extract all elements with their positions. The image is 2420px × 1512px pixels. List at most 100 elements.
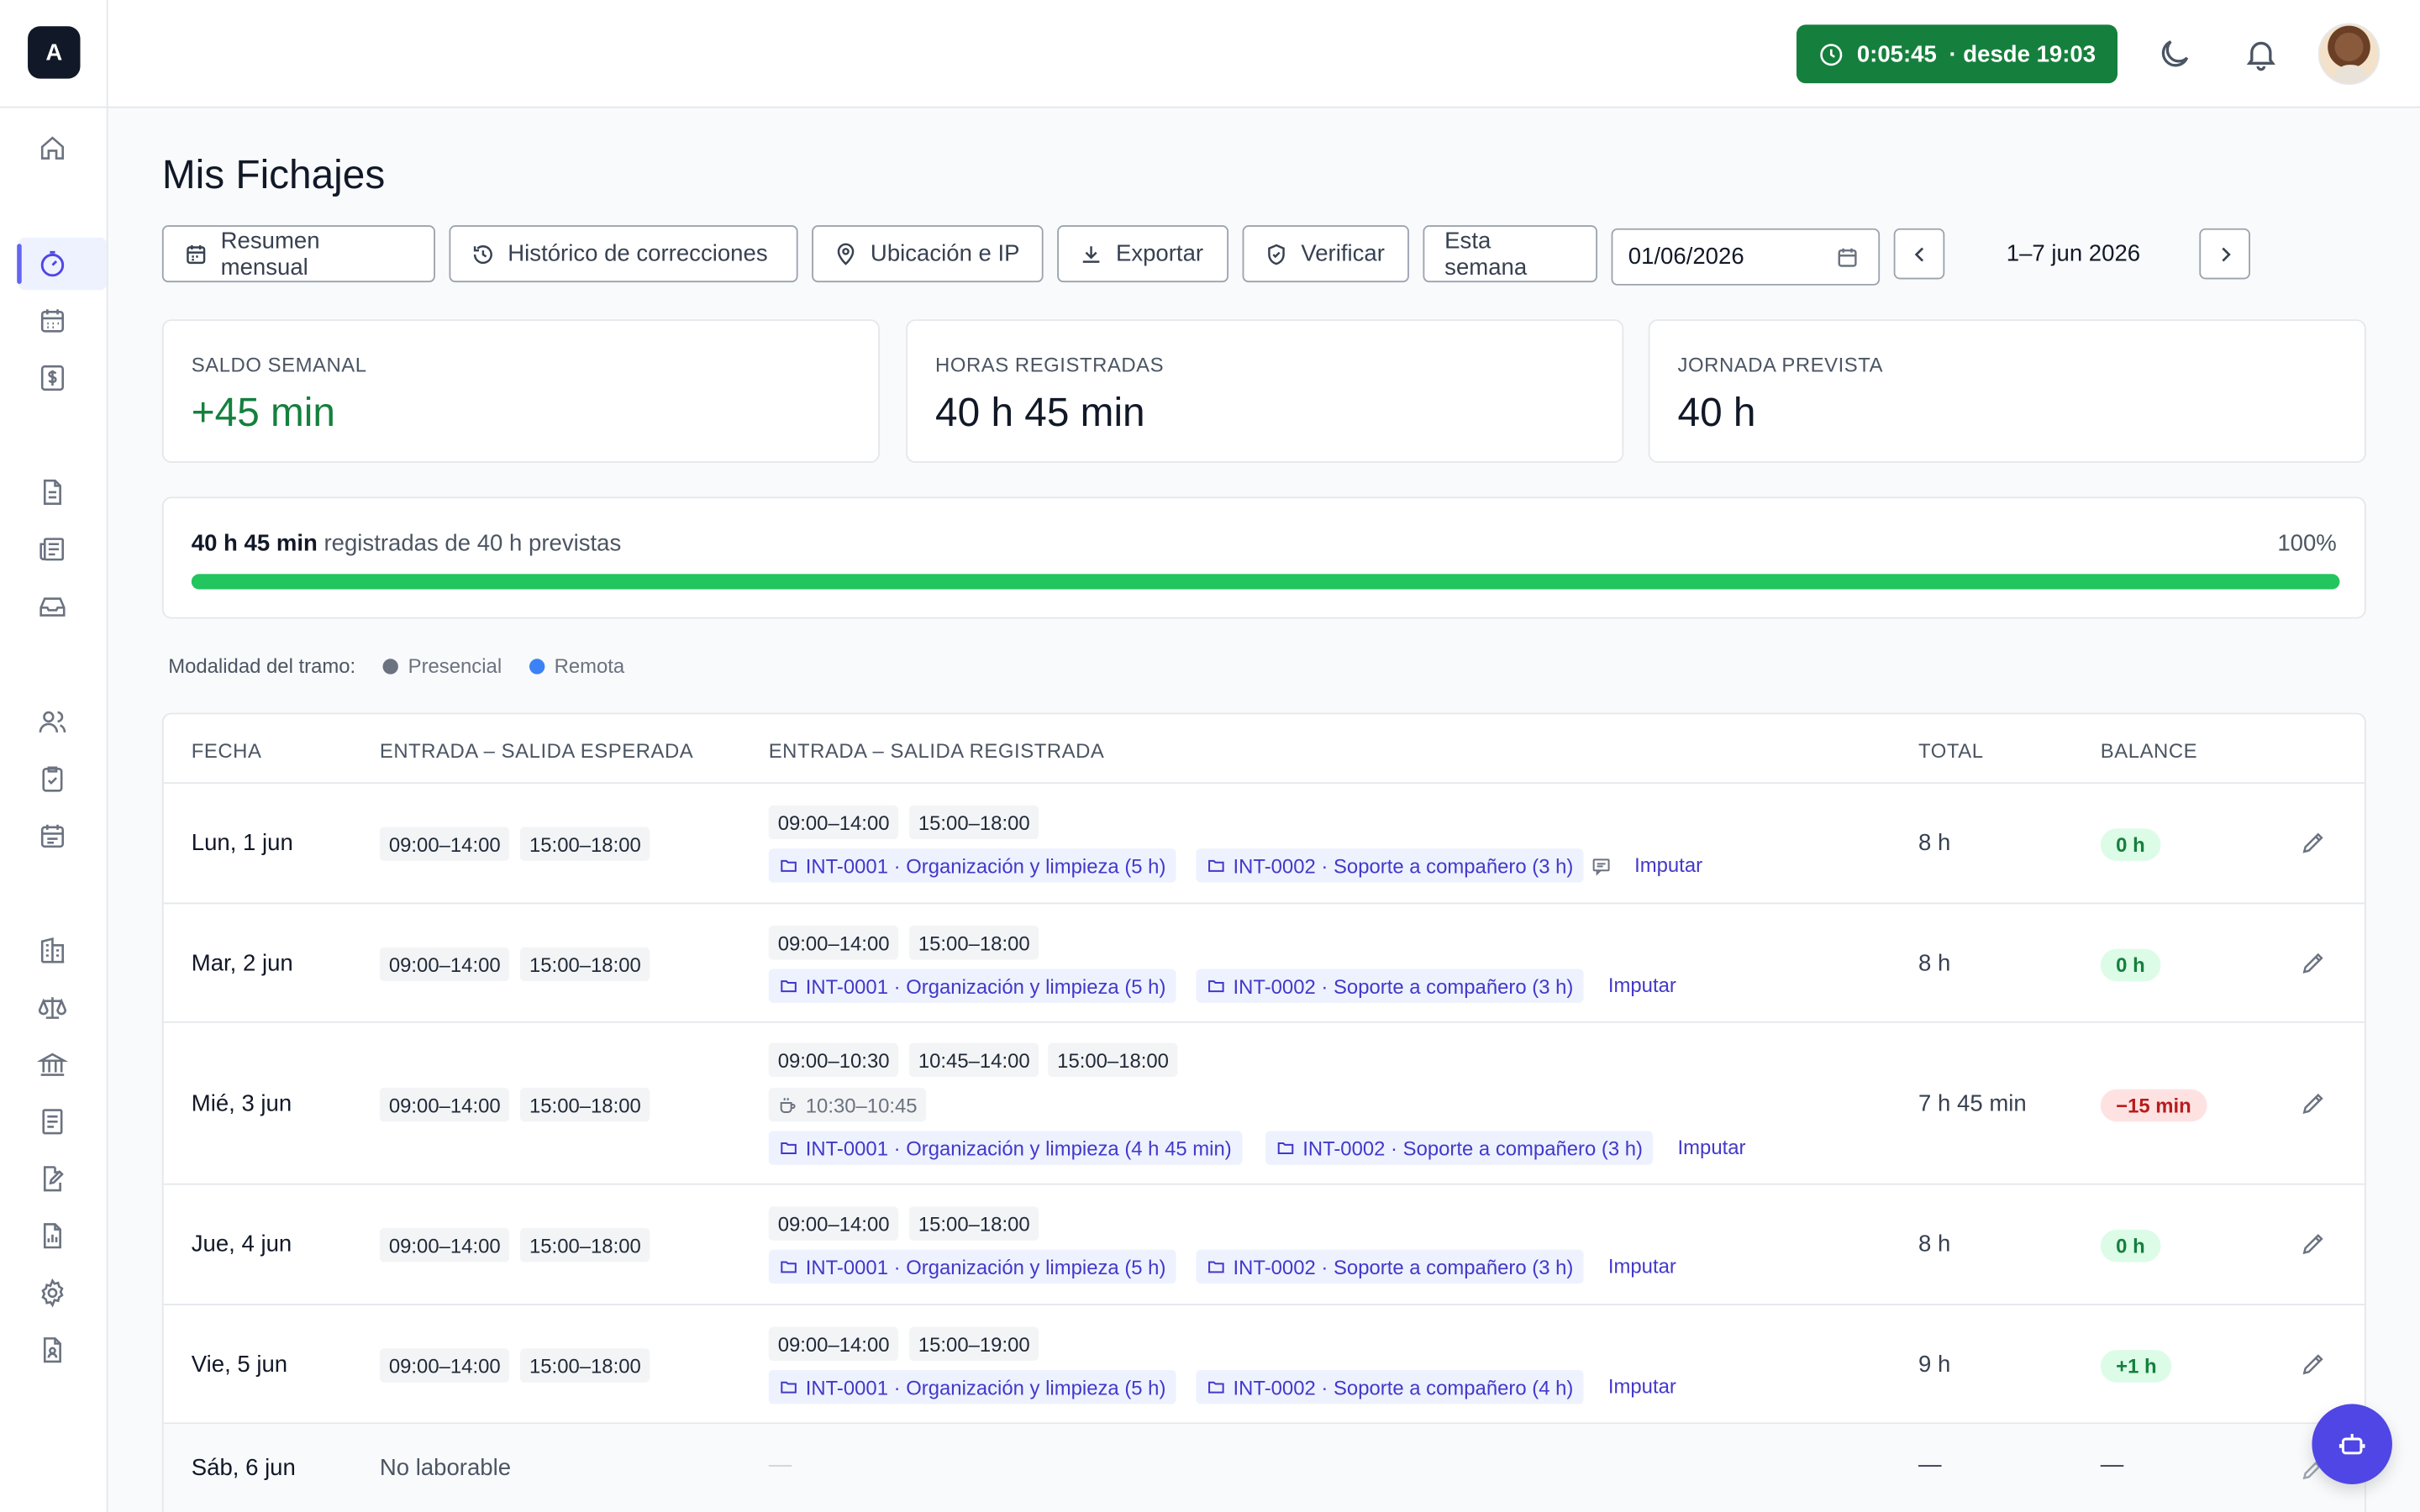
progress-text: 40 h 45 min registradas de 40 h prevista… xyxy=(192,531,622,557)
break-slot[interactable]: 10:30–10:45 xyxy=(768,1087,927,1122)
inbox-icon[interactable] xyxy=(37,591,68,622)
pencil-icon[interactable] xyxy=(2300,1089,2328,1117)
balance-empty: — xyxy=(2100,1452,2124,1478)
weekly-balance-value: +45 min xyxy=(191,388,336,435)
correction-history-button[interactable]: Histórico de correcciones xyxy=(449,225,798,283)
expected-slot: 09:00–14:00 xyxy=(379,1087,510,1122)
document-icon[interactable] xyxy=(37,477,68,508)
project-tag[interactable]: INT-0001 · Organización y limpieza (4 h … xyxy=(768,1131,1243,1165)
file-edit-icon[interactable] xyxy=(37,1163,68,1194)
registered-slot[interactable]: 09:00–14:00 xyxy=(768,1206,899,1241)
weekly-balance-card: SALDO SEMANAL +45 min xyxy=(161,319,880,464)
imputar-link[interactable]: Imputar xyxy=(1634,853,1702,877)
week-date-input[interactable]: 01/06/2026 xyxy=(1611,228,1881,286)
project-tag[interactable]: INT-0002 · Soporte a compañero (4 h) xyxy=(1196,1370,1585,1404)
file-chart-icon[interactable] xyxy=(37,1221,68,1252)
dollar-icon[interactable] xyxy=(37,363,68,394)
assistant-bot-button[interactable] xyxy=(2312,1404,2392,1484)
progress-card: 40 h 45 min registradas de 40 h prevista… xyxy=(161,496,2366,619)
pencil-icon[interactable] xyxy=(2300,1230,2328,1257)
folder-icon xyxy=(781,1381,797,1394)
imputar-link[interactable]: Imputar xyxy=(1608,974,1676,997)
registered-slot[interactable]: 09:00–14:00 xyxy=(768,805,899,840)
active-timer-button[interactable]: 0:05:45 · desde 19:03 xyxy=(1796,24,2118,84)
coffee-icon xyxy=(780,1097,796,1113)
registered-hours-card: HORAS REGISTRADAS 40 h 45 min xyxy=(906,319,1624,464)
row-date: Mar, 2 jun xyxy=(191,950,293,977)
pencil-icon[interactable] xyxy=(2300,949,2328,977)
modality-legend: Modalidad del tramo: Presencial Remota xyxy=(168,654,624,678)
imputar-link[interactable]: Imputar xyxy=(1608,1254,1676,1278)
table-row: Vie, 5 jun 09:00–14:00 15:00–18:00 09:00… xyxy=(163,1305,2365,1425)
user-avatar[interactable] xyxy=(2317,23,2381,86)
registered-slot[interactable]: 09:00–10:30 xyxy=(768,1042,899,1078)
registered-slot[interactable]: 15:00–18:00 xyxy=(908,805,1039,840)
this-week-button[interactable]: Esta semana xyxy=(1423,225,1598,283)
moon-icon[interactable] xyxy=(2156,35,2193,72)
project-tag[interactable]: INT-0001 · Organización y limpieza (5 h) xyxy=(768,1370,1177,1404)
calendar-icon[interactable] xyxy=(37,306,68,337)
row-date: Lun, 1 jun xyxy=(191,830,293,857)
app-logo[interactable]: A xyxy=(28,26,81,79)
imputar-link[interactable]: Imputar xyxy=(1608,1375,1676,1399)
list-document-icon[interactable] xyxy=(37,1106,68,1137)
expected-slot: 15:00–18:00 xyxy=(519,1228,650,1263)
next-week-button[interactable] xyxy=(2199,228,2250,280)
this-week-label: Esta semana xyxy=(1444,227,1528,281)
folder-icon xyxy=(781,1142,797,1154)
calendar-days-icon[interactable] xyxy=(37,821,68,852)
project-tag[interactable]: INT-0002 · Soporte a compañero (3 h) xyxy=(1196,969,1585,1003)
users-icon[interactable] xyxy=(37,706,68,738)
sidebar-divider xyxy=(106,0,108,108)
project-tag[interactable]: INT-0001 · Organización y limpieza (5 h) xyxy=(768,969,1177,1003)
comment-icon[interactable] xyxy=(1591,856,1612,876)
project-tag[interactable]: INT-0001 · Organización y limpieza (5 h) xyxy=(768,848,1177,883)
folder-icon xyxy=(1208,859,1224,872)
pencil-icon[interactable] xyxy=(2300,1350,2328,1378)
week-range-label: 1–7 jun 2026 xyxy=(2006,240,2141,267)
bank-icon[interactable] xyxy=(36,1049,69,1080)
registered-slot[interactable]: 09:00–14:00 xyxy=(768,1326,899,1362)
header-total: TOTAL xyxy=(1918,738,1984,763)
bell-icon[interactable] xyxy=(2243,35,2280,72)
progress-percent: 100% xyxy=(2277,530,2337,558)
chevron-right-icon xyxy=(2221,246,2230,261)
export-button[interactable]: Exportar xyxy=(1057,225,1229,283)
gear-icon[interactable] xyxy=(37,1278,68,1309)
map-pin-icon xyxy=(837,242,855,265)
registered-slot[interactable]: 09:00–14:00 xyxy=(768,926,899,960)
clipboard-check-icon[interactable] xyxy=(37,764,68,795)
project-tag[interactable]: INT-0001 · Organización y limpieza (5 h) xyxy=(768,1249,1177,1284)
registered-slot[interactable]: 15:00–18:00 xyxy=(908,926,1039,960)
project-tag-label: INT-0001 · Organización y limpieza (4 h … xyxy=(805,1136,1232,1160)
scale-icon[interactable] xyxy=(37,992,68,1023)
registered-slot[interactable]: 15:00–18:00 xyxy=(1048,1042,1178,1078)
building-icon[interactable] xyxy=(37,935,68,966)
folder-icon xyxy=(1208,1261,1224,1273)
legend-label: Modalidad del tramo: xyxy=(168,654,356,678)
logo-letter: A xyxy=(45,39,63,66)
verify-button[interactable]: Verificar xyxy=(1242,225,1409,283)
monthly-summary-button[interactable]: Resumen mensual xyxy=(161,225,435,283)
table-row: Mié, 3 jun 09:00–14:00 15:00–18:00 09:00… xyxy=(163,1023,2365,1185)
home-icon[interactable] xyxy=(37,133,68,164)
registered-slot[interactable]: 15:00–18:00 xyxy=(908,1206,1039,1241)
registered-slot[interactable]: 15:00–19:00 xyxy=(908,1326,1039,1362)
presencial-dot xyxy=(383,658,399,674)
stopwatch-icon[interactable] xyxy=(37,249,68,280)
file-user-icon[interactable] xyxy=(37,1335,68,1366)
project-tag[interactable]: INT-0002 · Soporte a compañero (3 h) xyxy=(1196,848,1585,883)
calendar-icon[interactable] xyxy=(1835,245,1860,270)
expected-slot: 15:00–18:00 xyxy=(519,1087,650,1122)
registered-slot[interactable]: 10:45–14:00 xyxy=(908,1042,1039,1078)
pencil-icon[interactable] xyxy=(2300,828,2328,856)
project-tag[interactable]: INT-0002 · Soporte a compañero (3 h) xyxy=(1196,1249,1585,1284)
newspaper-icon[interactable] xyxy=(37,534,68,565)
project-tag[interactable]: INT-0002 · Soporte a compañero (3 h) xyxy=(1265,1131,1654,1165)
prev-week-button[interactable] xyxy=(1893,228,1945,280)
monthly-summary-label: Resumen mensual xyxy=(220,227,320,281)
project-tag-label: INT-0002 · Soporte a compañero (3 h) xyxy=(1302,1136,1644,1160)
history-icon xyxy=(473,244,492,264)
location-ip-button[interactable]: Ubicación e IP xyxy=(812,225,1044,283)
imputar-link[interactable]: Imputar xyxy=(1678,1136,1746,1159)
